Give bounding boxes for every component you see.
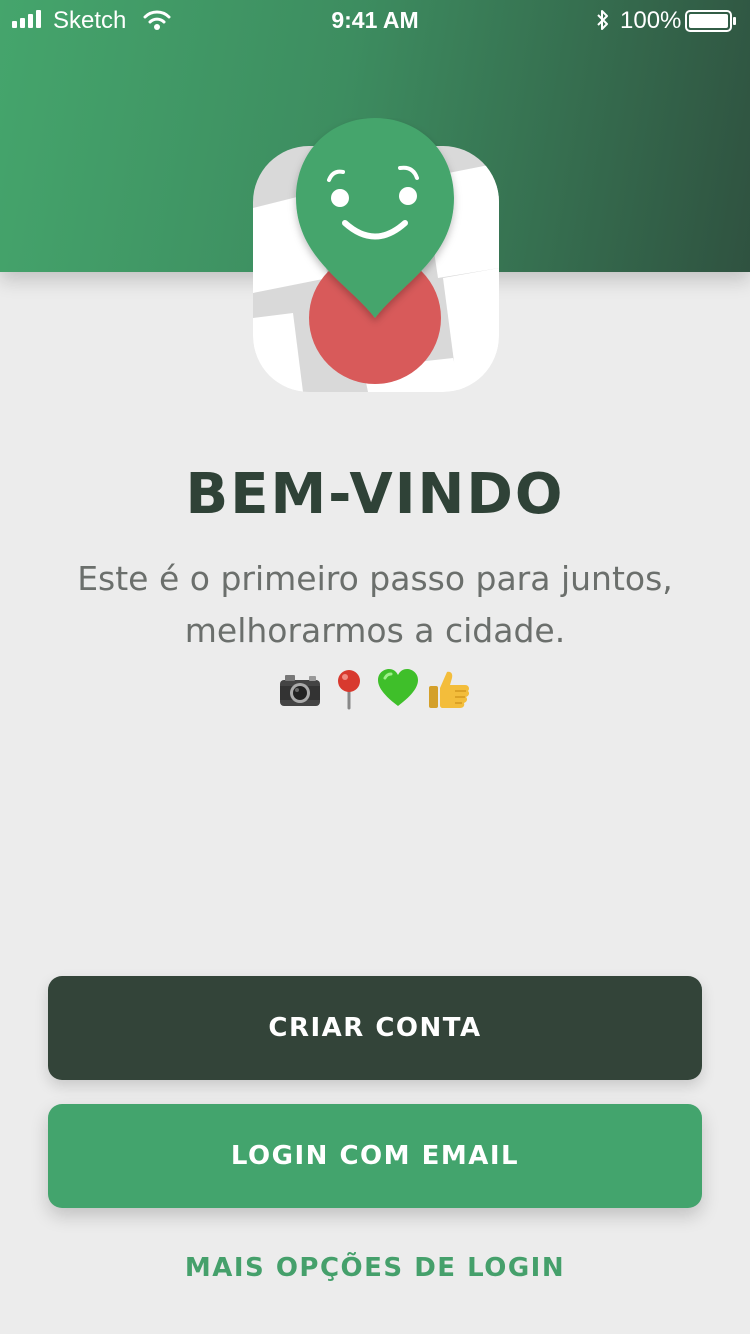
status-bar: Sketch 9:41 AM 100% (0, 0, 750, 42)
login-email-button[interactable]: LOGIN COM EMAIL (48, 1104, 702, 1208)
bluetooth-icon (597, 10, 608, 30)
subtitle-line-2: melhorarmos a cidade. (184, 611, 566, 650)
pin-icon (338, 670, 360, 710)
subtitle-line-1: Este é o primeiro passo para juntos, (77, 559, 673, 598)
app-logo-icon (253, 118, 499, 392)
camera-icon (280, 675, 320, 706)
emoji-row (0, 668, 750, 712)
green-heart-icon (378, 669, 418, 706)
create-account-button[interactable]: CRIAR CONTA (48, 976, 702, 1080)
more-login-options-link[interactable]: MAIS OPÇÕES DE LOGIN (0, 1253, 750, 1283)
welcome-subtitle: Este é o primeiro passo para juntos, mel… (40, 553, 710, 657)
battery-icon (685, 10, 736, 32)
battery-percentage: 100% (620, 7, 682, 34)
welcome-title: BEM-VINDO (185, 462, 565, 527)
thumbs-up-icon (429, 671, 470, 708)
